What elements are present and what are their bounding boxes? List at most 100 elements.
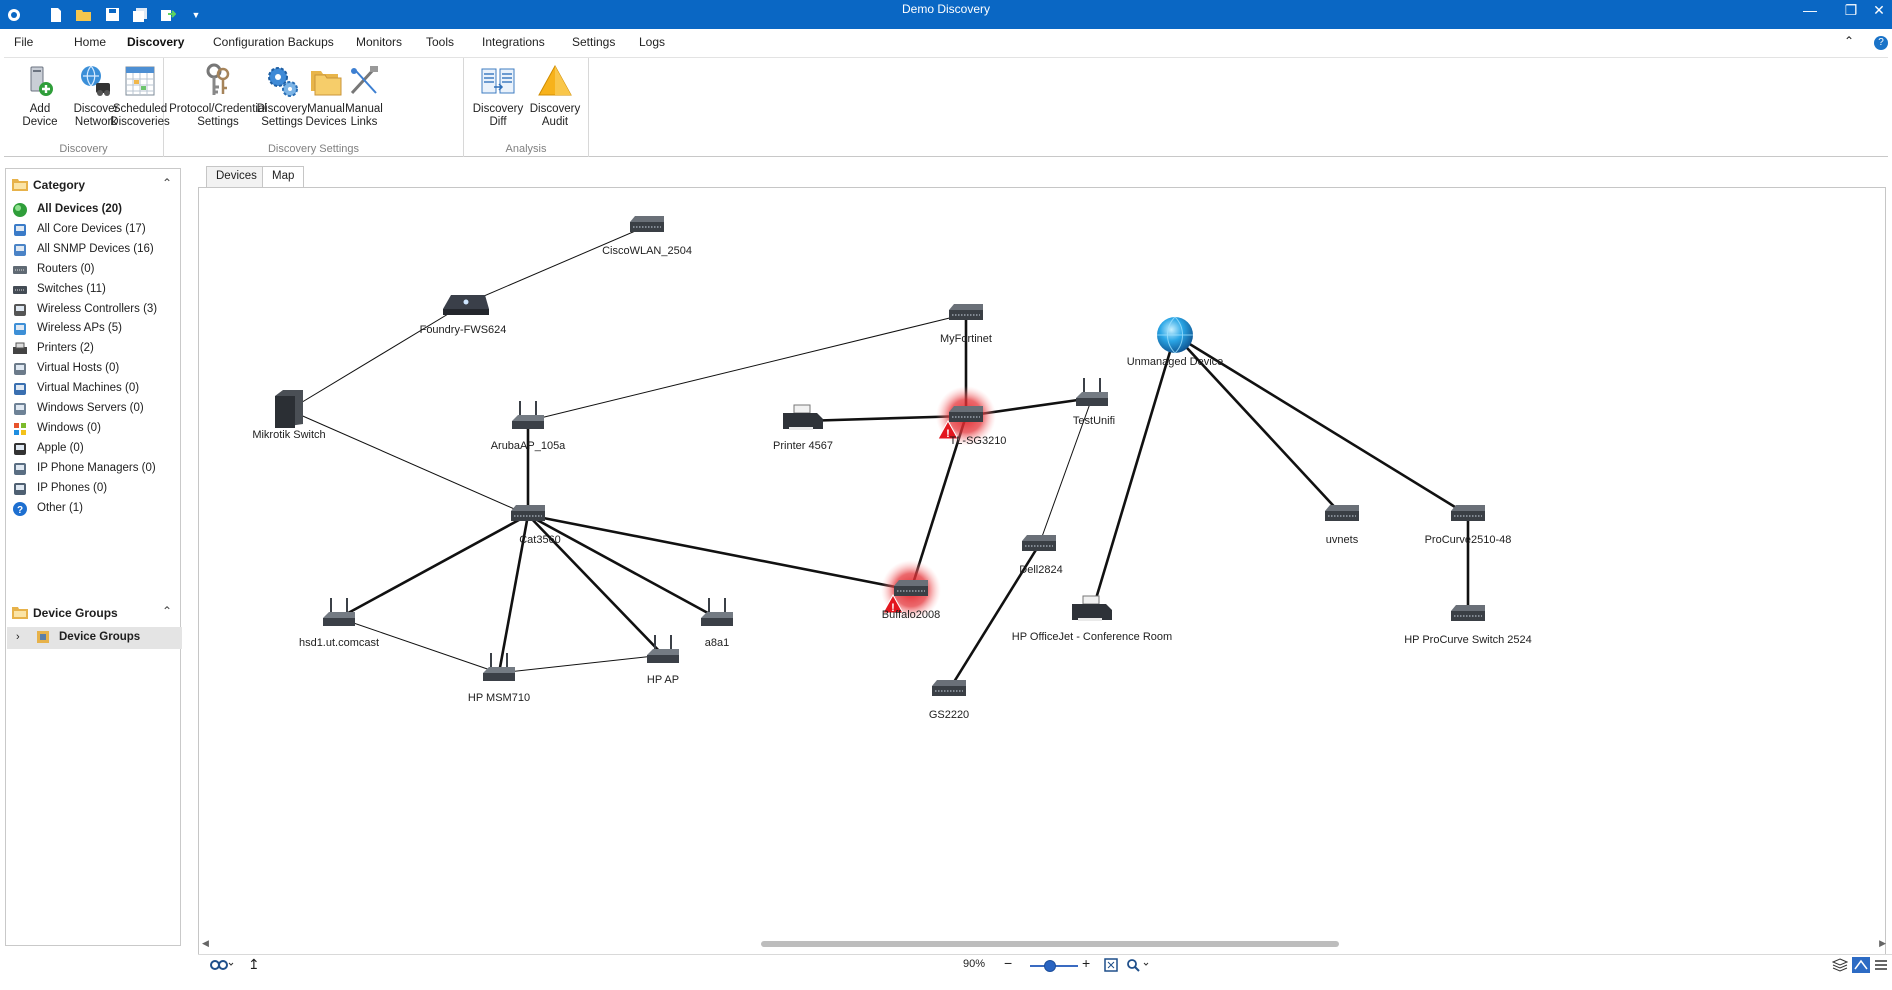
ribbon-group-label: Discovery Settings xyxy=(267,143,360,155)
category-item[interactable]: ? Other (1) xyxy=(6,499,180,519)
zoom-out-icon[interactable]: − xyxy=(1004,955,1012,971)
map-view-icon[interactable] xyxy=(1852,957,1870,976)
add-device-button[interactable]: Add Device xyxy=(12,63,68,129)
manual-links-button[interactable]: Manual Links xyxy=(336,63,392,129)
tab-home[interactable]: Home xyxy=(74,35,106,49)
map-node-aruba[interactable]: ArubaAP_105a xyxy=(491,401,566,452)
help-icon[interactable]: ? xyxy=(1874,36,1888,50)
category-item[interactable]: Windows (0) xyxy=(6,419,180,439)
switch-icon xyxy=(1325,505,1359,521)
map-node-testunifi[interactable]: TestUnifi xyxy=(1073,378,1115,427)
map-node-dell[interactable]: Dell2824 xyxy=(1019,535,1063,576)
scroll-thumb[interactable] xyxy=(761,941,1339,947)
tab-map[interactable]: Map xyxy=(262,166,305,188)
category-item[interactable]: IP Phones (0) xyxy=(6,479,180,499)
map-node-procurve24[interactable]: HP ProCurve Switch 2524 xyxy=(1404,605,1532,646)
tab-tools[interactable]: Tools xyxy=(426,35,454,49)
category-item[interactable]: Apple (0) xyxy=(6,439,180,459)
category-header[interactable]: Category ⌃ xyxy=(6,175,180,195)
category-item[interactable]: Routers (0) xyxy=(6,260,180,280)
tab-configuration-backups[interactable]: Configuration Backups xyxy=(213,35,334,49)
scroll-left-icon[interactable]: ◀ xyxy=(202,938,209,949)
network-link[interactable] xyxy=(462,225,648,306)
category-item[interactable]: IP Phone Managers (0) xyxy=(6,459,180,479)
network-link[interactable] xyxy=(288,409,529,516)
map-node-label: Buffalo2008 xyxy=(882,609,941,621)
network-link[interactable] xyxy=(338,513,529,620)
ap-icon xyxy=(323,598,355,626)
map-node-mikrotik[interactable]: Mikrotik Switch xyxy=(252,390,326,441)
network-map[interactable]: CiscoWLAN_2504 Foundry-FWS624 Mikrotik Swi… xyxy=(198,187,1886,956)
map-node-hpofficejet[interactable]: HP OfficeJet - Conference Room xyxy=(1012,595,1172,643)
chevron-up-icon[interactable]: ⌃ xyxy=(162,176,172,190)
scheduled-discoveries-button[interactable]: Scheduled Discoveries xyxy=(110,63,170,129)
map-node-cat[interactable]: Cat3560 xyxy=(511,505,561,546)
category-item[interactable]: All SNMP Devices (16) xyxy=(6,240,180,260)
map-horizontal-scrollbar[interactable]: ◀ ▶ xyxy=(198,937,1892,949)
chevron-up-icon[interactable]: ⌃ xyxy=(162,604,172,618)
map-node-foundry[interactable]: Foundry-FWS624 xyxy=(420,295,507,336)
map-node-cisco[interactable]: CiscoWLAN_2504 xyxy=(602,216,692,257)
map-node-hpmsm[interactable]: HP MSM710 xyxy=(468,653,530,704)
category-item[interactable]: Wireless Controllers (3) xyxy=(6,300,180,320)
map-node-hsd[interactable]: hsd1.ut.comcast xyxy=(299,598,379,649)
printer-icon xyxy=(783,404,823,430)
tab-monitors[interactable]: Monitors xyxy=(356,35,402,49)
list-view-icon[interactable] xyxy=(1874,958,1888,975)
map-node-uvnets[interactable]: uvnets xyxy=(1325,505,1359,546)
network-link[interactable] xyxy=(1090,334,1177,613)
device-groups-item[interactable]: › Device Groups xyxy=(7,627,182,649)
zoom-in-icon[interactable]: + xyxy=(1082,955,1090,971)
layers-icon[interactable] xyxy=(1831,958,1849,975)
map-node-label: GS2220 xyxy=(929,709,969,721)
tab-logs[interactable]: Logs xyxy=(639,35,665,49)
magnifier-icon[interactable] xyxy=(1126,958,1152,975)
map-node-label: HP OfficeJet - Conference Room xyxy=(1012,631,1172,643)
protocol-credential-settings-button[interactable]: Protocol/Credential Settings xyxy=(168,63,268,129)
tab-file[interactable]: File xyxy=(14,35,33,49)
diff-icon xyxy=(481,68,515,94)
category-item[interactable]: Switches (11) xyxy=(6,280,180,300)
category-item[interactable]: Windows Servers (0) xyxy=(6,399,180,419)
zoom-slider-thumb[interactable] xyxy=(1044,960,1056,972)
network-link[interactable] xyxy=(498,654,664,674)
close-icon[interactable]: ✕ xyxy=(1866,0,1892,20)
category-item[interactable]: Virtual Hosts (0) xyxy=(6,359,180,379)
snmp-monitor-icon xyxy=(14,243,26,256)
binoculars-icon[interactable] xyxy=(210,957,234,974)
network-link[interactable] xyxy=(527,513,718,620)
tab-settings[interactable]: Settings xyxy=(572,35,615,49)
map-node-unmanaged[interactable]: Unmanaged Device xyxy=(1127,316,1224,368)
category-item[interactable]: Virtual Machines (0) xyxy=(6,379,180,399)
tab-integrations[interactable]: Integrations xyxy=(482,35,545,49)
minimize-icon[interactable]: — xyxy=(1790,0,1830,20)
map-node-tl[interactable]: !TL-SG3210 xyxy=(936,386,1006,447)
network-link[interactable] xyxy=(527,313,967,422)
fit-to-screen-icon[interactable] xyxy=(1104,958,1118,975)
category-item-label: Routers (0) xyxy=(37,262,95,275)
links-icon xyxy=(350,66,378,95)
restore-icon[interactable]: ❐ xyxy=(1831,0,1871,20)
map-node-a8a1[interactable]: a8a1 xyxy=(701,598,733,649)
category-item[interactable]: All Core Devices (17) xyxy=(6,220,180,240)
network-link[interactable] xyxy=(527,513,912,592)
map-node-buffalo[interactable]: !Buffalo2008 xyxy=(881,560,941,621)
tab-discovery[interactable]: Discovery xyxy=(127,35,184,49)
chevron-right-icon[interactable]: › xyxy=(16,631,20,643)
collapse-ribbon-icon[interactable]: ⌃ xyxy=(1844,34,1854,48)
network-link[interactable] xyxy=(288,304,464,411)
tab-devices[interactable]: Devices xyxy=(206,166,267,187)
nodes-layer: CiscoWLAN_2504 Foundry-FWS624 Mikrotik Swi… xyxy=(252,216,1532,721)
category-item[interactable]: All Devices (20) xyxy=(6,200,180,220)
map-node-gs2220[interactable]: GS2220 xyxy=(929,680,969,721)
layout-up-icon[interactable]: ↥ xyxy=(248,956,260,973)
discovery-audit-button[interactable]: Discovery Audit xyxy=(527,63,583,129)
network-map-canvas[interactable]: CiscoWLAN_2504 Foundry-FWS624 Mikrotik Swi… xyxy=(199,188,1886,956)
category-item[interactable]: Wireless APs (5) xyxy=(6,319,180,339)
device-groups-header[interactable]: Device Groups ⌃ xyxy=(6,603,180,623)
map-node-printer[interactable]: Printer 4567 xyxy=(773,404,833,452)
discovery-diff-button[interactable]: Discovery Diff xyxy=(470,63,526,129)
map-node-label: HP AP xyxy=(647,674,679,686)
category-item[interactable]: Printers (2) xyxy=(6,339,180,359)
scroll-right-icon[interactable]: ▶ xyxy=(1879,938,1886,949)
